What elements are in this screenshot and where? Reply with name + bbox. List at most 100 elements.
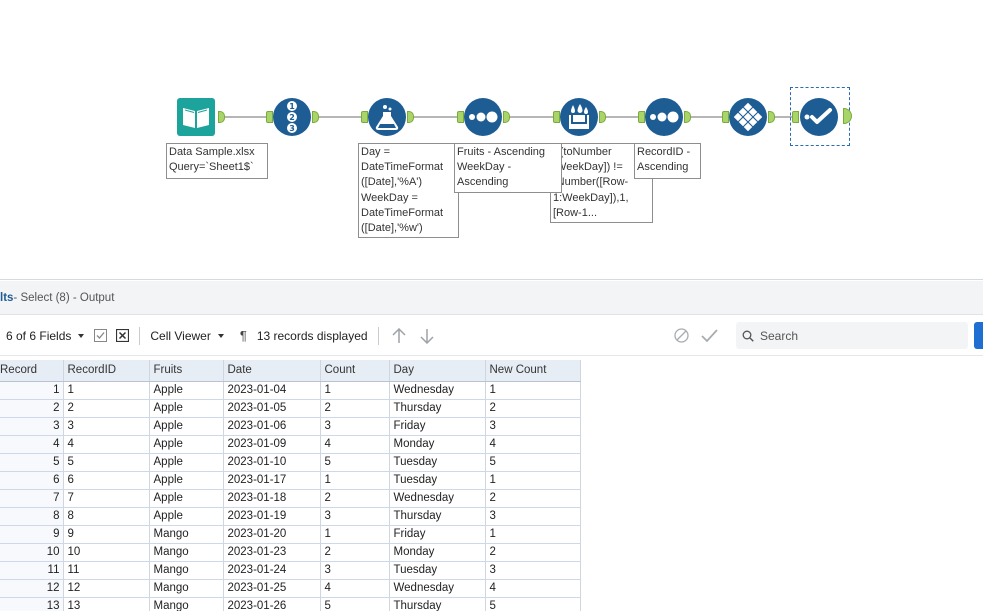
cell-recordid[interactable]: 5 <box>63 453 150 472</box>
cell-fruits[interactable]: Apple <box>149 435 224 454</box>
cell-new-count[interactable]: 3 <box>485 417 581 436</box>
table-row[interactable]: 12 12 Mango 2023-01-25 4 Wednesday 4 <box>0 579 581 598</box>
cell-day[interactable]: Thursday <box>389 597 486 611</box>
cell-count[interactable]: 4 <box>320 435 390 454</box>
input-anchor[interactable] <box>266 111 273 123</box>
cell-record[interactable]: 5 <box>0 453 64 472</box>
pilcrow-button[interactable]: ¶ <box>240 324 247 348</box>
cell-day[interactable]: Monday <box>389 435 486 454</box>
cell-record[interactable]: 10 <box>0 543 64 562</box>
cell-date[interactable]: 2023-01-09 <box>223 435 321 454</box>
checkbox-toggle-button[interactable] <box>94 324 108 348</box>
cell-date[interactable]: 2023-01-19 <box>223 507 321 526</box>
cell-date[interactable]: 2023-01-06 <box>223 417 321 436</box>
sort-tool-2[interactable] <box>645 98 683 136</box>
cell-recordid[interactable]: 12 <box>63 579 150 598</box>
select-tool[interactable] <box>800 98 838 136</box>
input-anchor[interactable] <box>722 111 729 123</box>
cell-count[interactable]: 5 <box>320 597 390 611</box>
cell-fruits[interactable]: Apple <box>149 489 224 508</box>
table-row[interactable]: 5 5 Apple 2023-01-10 5 Tuesday 5 <box>0 453 581 472</box>
cell-fruits[interactable]: Mango <box>149 561 224 580</box>
cell-date[interactable]: 2023-01-05 <box>223 399 321 418</box>
cell-new-count[interactable]: 5 <box>485 597 581 611</box>
cell-record[interactable]: 13 <box>0 597 64 611</box>
cell-date[interactable]: 2023-01-10 <box>223 453 321 472</box>
cell-date[interactable]: 2023-01-17 <box>223 471 321 490</box>
cell-record[interactable]: 11 <box>0 561 64 580</box>
search-field[interactable] <box>736 322 968 349</box>
multi-row-formula-tool[interactable] <box>560 98 598 136</box>
column-header-count[interactable]: Count <box>320 360 390 382</box>
table-row[interactable]: 3 3 Apple 2023-01-06 3 Friday 3 <box>0 417 581 436</box>
cell-recordid[interactable]: 1 <box>63 381 150 400</box>
cell-fruits[interactable]: Mango <box>149 543 224 562</box>
input-anchor[interactable] <box>361 111 368 123</box>
input-anchor[interactable] <box>638 111 645 123</box>
cell-new-count[interactable]: 4 <box>485 435 581 454</box>
cell-date[interactable]: 2023-01-26 <box>223 597 321 611</box>
cell-count[interactable]: 1 <box>320 471 390 490</box>
cell-record[interactable]: 3 <box>0 417 64 436</box>
table-row[interactable]: 6 6 Apple 2023-01-17 1 Tuesday 1 <box>0 471 581 490</box>
cell-count[interactable]: 4 <box>320 579 390 598</box>
cell-count[interactable]: 3 <box>320 561 390 580</box>
cell-record[interactable]: 6 <box>0 471 64 490</box>
side-action-button[interactable] <box>974 322 983 349</box>
cell-date[interactable]: 2023-01-18 <box>223 489 321 508</box>
cell-day[interactable]: Wednesday <box>389 579 486 598</box>
cell-fruits[interactable]: Mango <box>149 597 224 611</box>
cell-new-count[interactable]: 3 <box>485 507 581 526</box>
column-header-fruits[interactable]: Fruits <box>149 360 224 382</box>
apply-filter-button[interactable] <box>701 324 718 348</box>
record-id-tool[interactable]: 1 2 3 <box>273 98 311 136</box>
table-row[interactable]: 8 8 Apple 2023-01-19 3 Thursday 3 <box>0 507 581 526</box>
search-input[interactable] <box>760 328 950 343</box>
cell-fruits[interactable]: Apple <box>149 417 224 436</box>
table-row[interactable]: 9 9 Mango 2023-01-20 1 Friday 1 <box>0 525 581 544</box>
table-row[interactable]: 4 4 Apple 2023-01-09 4 Monday 4 <box>0 435 581 454</box>
column-header-record[interactable]: Record <box>0 360 64 382</box>
cell-count[interactable]: 2 <box>320 543 390 562</box>
workflow-canvas[interactable]: 1 2 3 Data Sample.xlsx Query=`Sheet1$` D… <box>0 0 983 280</box>
cell-count[interactable]: 3 <box>320 417 390 436</box>
cell-new-count[interactable]: 1 <box>485 471 581 490</box>
cell-record[interactable]: 9 <box>0 525 64 544</box>
sort-up-button[interactable] <box>391 324 407 348</box>
cell-new-count[interactable]: 4 <box>485 579 581 598</box>
input-anchor[interactable] <box>553 111 560 123</box>
cell-new-count[interactable]: 2 <box>485 399 581 418</box>
cell-new-count[interactable]: 5 <box>485 453 581 472</box>
cell-recordid[interactable]: 3 <box>63 417 150 436</box>
table-row[interactable]: 11 11 Mango 2023-01-24 3 Tuesday 3 <box>0 561 581 580</box>
table-row[interactable]: 2 2 Apple 2023-01-05 2 Thursday 2 <box>0 399 581 418</box>
cell-day[interactable]: Wednesday <box>389 381 486 400</box>
cell-fruits[interactable]: Apple <box>149 381 224 400</box>
cell-new-count[interactable]: 3 <box>485 561 581 580</box>
deselect-button[interactable] <box>116 324 130 348</box>
cell-record[interactable]: 7 <box>0 489 64 508</box>
cell-date[interactable]: 2023-01-25 <box>223 579 321 598</box>
column-header-day[interactable]: Day <box>389 360 486 382</box>
cell-recordid[interactable]: 8 <box>63 507 150 526</box>
cell-recordid[interactable]: 4 <box>63 435 150 454</box>
cell-new-count[interactable]: 1 <box>485 381 581 400</box>
input-data-tool[interactable] <box>177 98 215 136</box>
cell-day[interactable]: Friday <box>389 417 486 436</box>
table-row[interactable]: 13 13 Mango 2023-01-26 5 Thursday 5 <box>0 597 581 611</box>
cell-fruits[interactable]: Apple <box>149 399 224 418</box>
cell-fruits[interactable]: Apple <box>149 507 224 526</box>
cell-count[interactable]: 1 <box>320 381 390 400</box>
cell-count[interactable]: 2 <box>320 489 390 508</box>
cell-count[interactable]: 1 <box>320 525 390 544</box>
cell-fruits[interactable]: Mango <box>149 525 224 544</box>
cell-day[interactable]: Wednesday <box>389 489 486 508</box>
cell-day[interactable]: Thursday <box>389 399 486 418</box>
cell-recordid[interactable]: 11 <box>63 561 150 580</box>
cell-date[interactable]: 2023-01-23 <box>223 543 321 562</box>
cell-count[interactable]: 3 <box>320 507 390 526</box>
cell-recordid[interactable]: 7 <box>63 489 150 508</box>
cell-day[interactable]: Friday <box>389 525 486 544</box>
cell-day[interactable]: Tuesday <box>389 453 486 472</box>
cell-date[interactable]: 2023-01-24 <box>223 561 321 580</box>
